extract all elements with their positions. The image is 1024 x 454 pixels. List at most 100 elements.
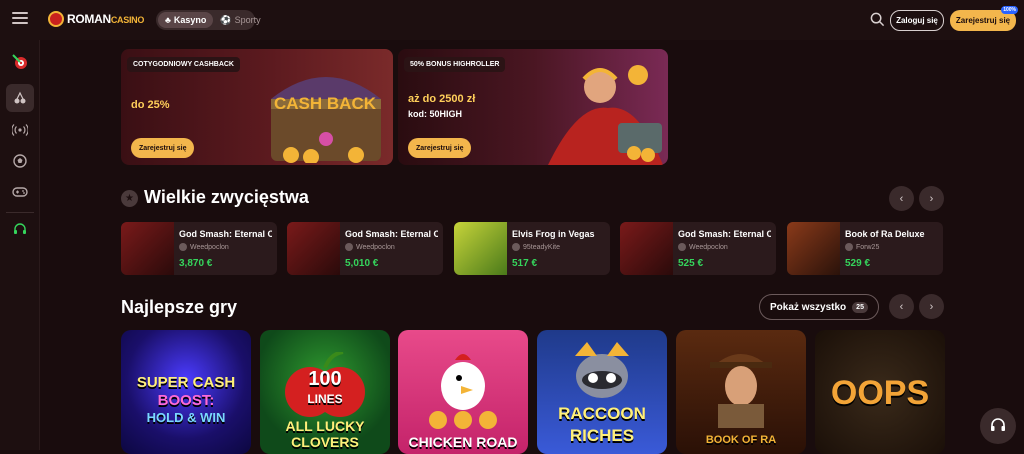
sidebar-divider <box>6 212 34 213</box>
game-title-line2: LINES <box>307 392 343 406</box>
best-games-title: Najlepsze gry <box>121 297 238 317</box>
game-thumbnail <box>454 222 507 275</box>
logo-main-text: ROMAN <box>67 12 111 26</box>
game-title: 100 <box>308 368 342 390</box>
game-thumbnail <box>287 222 340 275</box>
promo-highroller[interactable]: 50% BONUS HIGHROLLER aż do 2500 zł kod: … <box>398 49 668 165</box>
win-username: Weedpoclon <box>689 243 728 251</box>
game-tile[interactable]: BOOK OF RA <box>676 330 806 454</box>
game-title: SUPER CASH <box>136 374 236 391</box>
chevron-right-icon: › <box>929 300 934 313</box>
promo-headline: aż do 2500 zł <box>408 93 476 105</box>
logo-sub-text: CASINO <box>110 15 145 25</box>
big-wins-next-button[interactable]: › <box>919 186 944 211</box>
raccoon-art <box>575 342 629 398</box>
user-avatar-icon <box>845 243 853 251</box>
cashback-art-text: CASH BACK <box>274 94 377 113</box>
win-amount: 525 € <box>678 258 704 269</box>
cherry-icon[interactable] <box>6 84 34 112</box>
support-chat-button[interactable] <box>980 408 1016 444</box>
show-all-button[interactable]: Pokaż wszystko 25 <box>759 294 879 320</box>
game-thumbnail <box>787 222 840 275</box>
register-button[interactable]: Zarejestruj się 100% <box>950 6 1018 31</box>
game-thumbnail <box>121 222 174 275</box>
win-amount: 3,870 € <box>179 258 213 269</box>
promo-headline: do 25% <box>131 99 170 111</box>
win-card[interactable]: Book of Ra Deluxe Forw25 529 € <box>787 222 943 275</box>
chicken-art <box>441 354 485 410</box>
coins-art <box>429 411 497 429</box>
search-icon[interactable] <box>870 12 885 27</box>
register-bonus-badge: 100% <box>1001 6 1018 14</box>
game-tile[interactable]: 100 LINES ALL LUCKY CLOVERS <box>260 330 390 454</box>
tab-kasyno[interactable]: ♣ Kasyno <box>158 12 214 28</box>
win-game-name: God Smash: Eternal C <box>345 229 438 239</box>
game-tile[interactable]: CHICKEN ROAD <box>398 330 528 454</box>
game-tile[interactable]: RACCOON RICHES <box>537 330 667 454</box>
promo-cashback[interactable]: CASH BACK COTYGODNIOWY CASHBACK do 25% Z… <box>121 49 393 165</box>
game-title: CHICKEN ROAD <box>408 434 518 450</box>
sidebar <box>0 40 40 450</box>
win-username: Weedpoclon <box>356 243 395 251</box>
game-tile[interactable]: OOPS <box>815 330 945 454</box>
game-tile[interactable]: SUPER CASH BOOST: HOLD & WIN <box>121 330 251 454</box>
tab-sporty-label: Sporty <box>234 15 261 25</box>
promo-tag: COTYGODNIOWY CASHBACK <box>127 57 240 72</box>
football-icon[interactable] <box>6 147 34 175</box>
chevron-right-icon: › <box>929 192 934 205</box>
win-game-name: God Smash: Eternal C <box>179 229 272 239</box>
login-button[interactable]: Zaloguj się <box>890 10 944 31</box>
promo-tag: 50% BONUS HIGHROLLER <box>404 57 506 72</box>
win-username: 95teadyKite <box>523 243 560 251</box>
emperor-illustration <box>548 65 663 165</box>
win-card[interactable]: God Smash: Eternal C Weedpoclon 525 € <box>620 222 776 275</box>
win-game-name: Book of Ra Deluxe <box>845 229 925 239</box>
support-icon[interactable] <box>6 216 34 244</box>
user-avatar-icon <box>678 243 686 251</box>
logo[interactable]: ROMANCASINO <box>48 11 144 27</box>
win-username: Weedpoclon <box>190 243 229 251</box>
best-games-next-button[interactable]: › <box>919 294 944 319</box>
live-icon[interactable] <box>6 116 34 144</box>
games-count-badge: 25 <box>852 301 868 313</box>
best-games-prev-button[interactable]: ‹ <box>889 294 914 319</box>
treasure-chest-icon: CASH BACK <box>271 77 381 163</box>
win-amount: 517 € <box>512 258 538 269</box>
user-avatar-icon <box>345 243 353 251</box>
user-avatar-icon <box>512 243 520 251</box>
win-username: Forw25 <box>856 243 880 251</box>
hamburger-menu-icon[interactable] <box>12 12 28 26</box>
game-title-line2: BOOST: <box>157 392 215 409</box>
vertical-switch: ♣ Kasyno ⚽ Sporty <box>156 10 261 30</box>
game-title-line3: HOLD & WIN <box>146 410 226 425</box>
user-avatar-icon <box>179 243 187 251</box>
win-card[interactable]: God Smash: Eternal C Weedpoclon 5,010 € <box>287 222 443 275</box>
game-title: RACCOON <box>558 404 646 423</box>
top-bar: ROMANCASINO ♣ Kasyno ⚽ Sporty Zaloguj się … <box>0 0 1024 40</box>
win-game-name: Elvis Frog in Vegas <box>512 229 595 239</box>
promo-register-button[interactable]: Zarejestruj się <box>131 138 195 158</box>
big-wins-prev-button[interactable]: ‹ <box>889 186 914 211</box>
darts-icon[interactable] <box>6 48 34 76</box>
headset-icon <box>991 418 1005 431</box>
big-wins-title: Wielkie zwycięstwa <box>144 187 309 207</box>
promo-code: kod: 50HIGH <box>408 109 463 119</box>
chevron-left-icon: ‹ <box>899 300 904 313</box>
logo-emblem-icon <box>48 11 64 27</box>
win-amount: 5,010 € <box>345 258 379 269</box>
game-title: BOOK OF RA <box>705 434 777 446</box>
win-card[interactable]: God Smash: Eternal C Weedpoclon 3,870 € <box>121 222 277 275</box>
chevron-left-icon: ‹ <box>899 192 904 205</box>
gamepad-icon[interactable] <box>6 178 34 206</box>
explorer-art <box>710 354 772 428</box>
star-icon: ★ <box>121 190 138 207</box>
promo-register-button[interactable]: Zarejestruj się <box>408 138 472 158</box>
game-title: OOPS <box>830 374 930 412</box>
game-title-line2: RICHES <box>569 426 635 445</box>
win-amount: 529 € <box>845 258 871 269</box>
win-card[interactable]: Elvis Frog in Vegas 95teadyKite 517 € <box>454 222 610 275</box>
game-thumbnail <box>620 222 673 275</box>
show-all-label: Pokaż wszystko <box>770 301 847 313</box>
win-game-name: God Smash: Eternal C <box>678 229 771 239</box>
tab-sporty[interactable]: ⚽ Sporty <box>213 12 267 28</box>
